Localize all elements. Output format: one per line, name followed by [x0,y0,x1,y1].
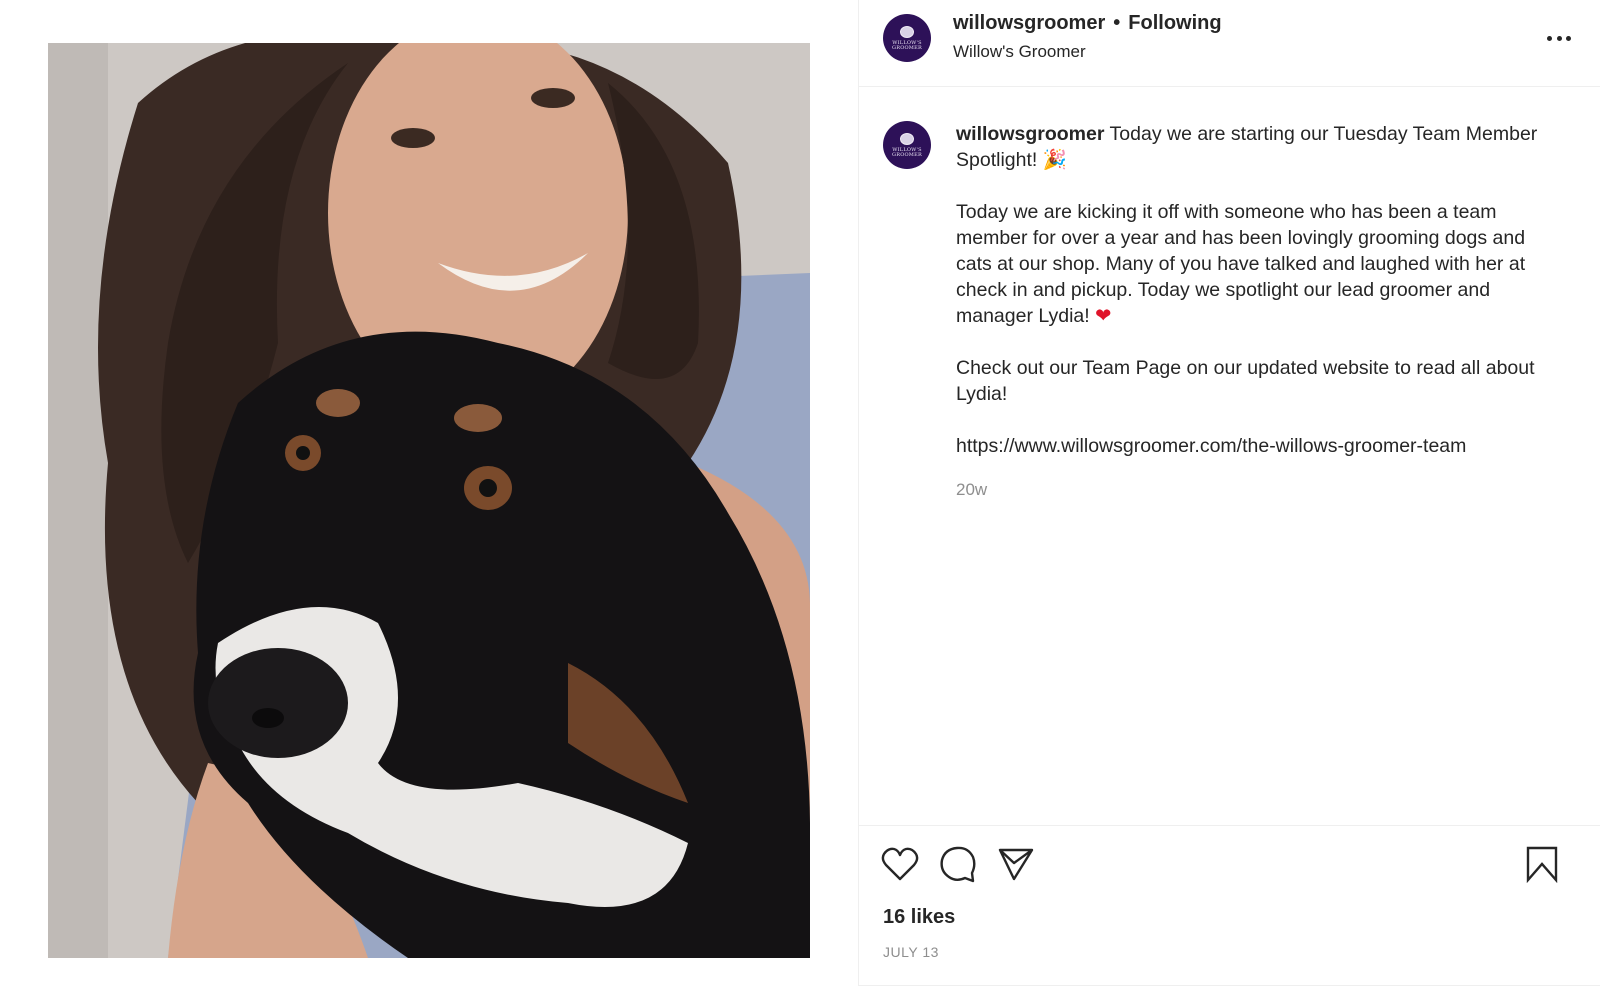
likes-count[interactable]: 16 likes [883,906,955,929]
author-username-link[interactable]: willowsgroomer [953,12,1105,34]
paper-plane-icon [998,848,1034,881]
post-caption: willowsgroomer Today we are starting our… [956,121,1566,503]
more-horizontal-icon [1556,35,1562,41]
separator-dot: • [1113,12,1121,34]
post-actions: 16 likes JULY 13 [859,825,1600,986]
caption-intro: willowsgroomer Today we are starting our… [956,121,1566,173]
red-heart-icon: ❤ [1095,304,1112,327]
bookmark-outline-icon [1526,846,1558,883]
caption-author-avatar[interactable]: WILLOW'S GROOMER [883,121,931,169]
caption-timestamp[interactable]: 20w [956,477,1566,503]
more-horizontal-icon [1566,35,1571,41]
more-horizontal-icon [1547,35,1552,41]
like-button[interactable] [881,846,919,882]
heart-outline-icon [881,847,919,881]
caption-paragraph-2: Today we are kicking it off with someone… [956,199,1566,329]
avatar-text-line2: GROOMER [892,44,922,51]
comment-bubble-icon [940,846,976,883]
post-photo-illustration [48,43,810,958]
comments-area: WILLOW'S GROOMER willowsgroomer Today we… [859,87,1600,824]
caption-paragraph-2-text: Today we are kicking it off with someone… [956,201,1526,327]
author-line: willowsgroomer • Following [953,12,1222,35]
diamond-logo-icon [900,25,914,38]
avatar-text-line2: GROOMER [892,151,922,158]
post-date[interactable]: JULY 13 [883,944,939,960]
diamond-logo-icon [900,132,914,145]
team-page-link[interactable]: https://www.willowsgroomer.com/the-willo… [956,435,1466,457]
party-popper-icon: 🎉 [1042,148,1068,171]
more-options-button[interactable] [1547,28,1571,48]
author-display-name: Willow's Groomer [953,42,1086,61]
post-header: WILLOW'S GROOMER willowsgroomer • Followin… [859,0,1600,87]
caption-paragraph-3: Check out our Team Page on our updated w… [956,357,1535,405]
following-button[interactable]: Following [1128,12,1221,34]
save-button[interactable] [1525,845,1559,883]
author-avatar[interactable]: WILLOW'S GROOMER [883,14,931,62]
comment-button[interactable] [939,845,977,883]
share-button[interactable] [997,846,1035,882]
post-details-panel: WILLOW'S GROOMER willowsgroomer • Followin… [858,0,1600,986]
caption-username-link[interactable]: willowsgroomer [956,123,1104,145]
post-image[interactable] [48,43,810,958]
